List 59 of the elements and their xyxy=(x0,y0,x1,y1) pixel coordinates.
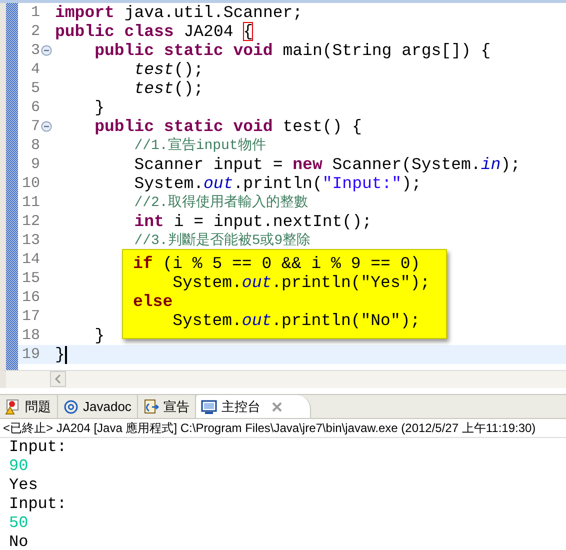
line-number: 7 xyxy=(30,117,40,136)
line-number: 11 xyxy=(20,193,40,212)
line-number: 12 xyxy=(20,212,40,231)
console-output-text: Yes xyxy=(9,476,38,495)
line-number: 5 xyxy=(30,79,40,98)
line-number: 13 xyxy=(20,231,40,250)
code-line: else xyxy=(133,292,174,311)
close-icon[interactable] xyxy=(272,402,282,412)
console-output-text: No xyxy=(9,533,28,550)
code-line: public static void test() { xyxy=(94,117,362,136)
code-line: System.out.println("Input:"); xyxy=(133,174,422,193)
monitor-icon xyxy=(201,398,218,414)
console-output-text: Input: xyxy=(9,495,67,514)
code-line: public class JA204 { xyxy=(55,22,254,41)
bracket-match-highlight: { xyxy=(243,22,254,41)
panel-tab[interactable]: Javadoc xyxy=(58,395,138,418)
console-input-text: 50 xyxy=(9,514,28,533)
warning-icon xyxy=(5,398,21,414)
console-input-text: 90 xyxy=(9,457,28,476)
panel-tab[interactable]: 宣告 xyxy=(138,395,196,418)
document-arrow-icon xyxy=(143,398,160,414)
line-number: 14 xyxy=(20,250,40,269)
console-header: <已終止> JA204 [Java 應用程式] C:\Program Files\Java\jre7\bin\javaw.exe (2012/5/27 上午11:19:30) xyxy=(0,419,566,438)
code-line: test(); xyxy=(133,79,204,98)
code-line: test(); xyxy=(133,60,204,79)
code-line: public static void main(String args[]) { xyxy=(94,41,491,60)
line-number: 3 xyxy=(30,41,40,60)
line-number: 2 xyxy=(30,22,40,41)
code-line: import java.util.Scanner; xyxy=(55,3,303,22)
code-line: //3.判斷是否能被5或9整除 xyxy=(133,232,311,251)
panel-tab[interactable]: 問題 xyxy=(0,395,58,418)
line-number: 10 xyxy=(20,174,40,193)
code-line: Scanner input = new Scanner(System.in); xyxy=(133,155,520,174)
line-number: 18 xyxy=(20,326,40,345)
line-number: 8 xyxy=(30,136,40,155)
line-number: 4 xyxy=(30,60,40,79)
line-number: 16 xyxy=(20,288,40,307)
code-line: System.out.println("No"); xyxy=(172,311,422,330)
code-line: int i = input.nextInt(); xyxy=(133,212,372,231)
text-cursor xyxy=(64,346,67,364)
code-line: } xyxy=(94,98,105,117)
code-line: //2.取得使用者輸入的整數 xyxy=(133,194,308,213)
code-line: } xyxy=(94,326,105,345)
code-line: if (i % 5 == 0 && i % 9 == 0) xyxy=(133,254,422,273)
code-line: //1.宣告input物件 xyxy=(133,136,266,156)
scroll-bar[interactable] xyxy=(0,370,566,388)
line-number: 17 xyxy=(20,307,40,326)
line-number: 6 xyxy=(30,98,40,117)
panel-tab[interactable]: 主控台 xyxy=(196,395,312,418)
line-number: 19 xyxy=(20,345,40,364)
code-line: } xyxy=(55,345,67,364)
line-number: 15 xyxy=(20,269,40,288)
line-number: 1 xyxy=(30,3,40,22)
console-output-text: Input: xyxy=(9,438,67,457)
code-line: System.out.println("Yes"); xyxy=(172,273,432,292)
collapse-icon[interactable] xyxy=(40,45,52,56)
code-editor[interactable] xyxy=(0,3,566,370)
line-number: 9 xyxy=(30,155,40,174)
collapse-icon[interactable] xyxy=(40,121,52,132)
